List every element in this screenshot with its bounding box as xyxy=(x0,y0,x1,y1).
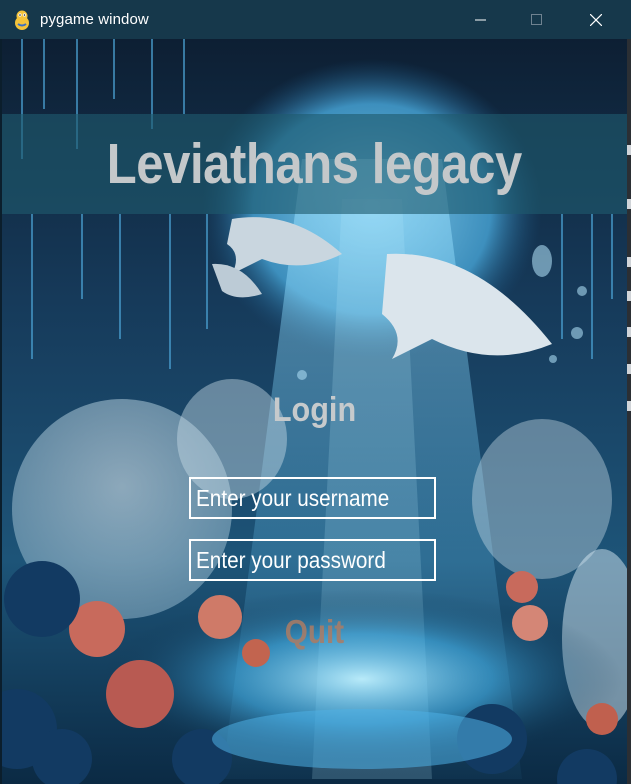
minimize-button[interactable] xyxy=(451,0,511,39)
username-input[interactable]: Enter your username xyxy=(189,477,436,519)
password-input[interactable]: Enter your password xyxy=(189,539,436,581)
window-titlebar[interactable]: pygame window xyxy=(0,0,631,39)
window-title: pygame window xyxy=(40,11,149,28)
username-placeholder: Enter your username xyxy=(196,484,390,511)
close-button[interactable] xyxy=(566,0,626,39)
close-icon xyxy=(590,13,602,26)
login-heading: Login xyxy=(272,391,357,429)
minimize-icon xyxy=(475,19,486,20)
maximize-button[interactable] xyxy=(507,0,567,39)
maximize-icon xyxy=(531,13,542,25)
title-banner: Leviathans legacy xyxy=(2,114,627,214)
game-title: Leviathans legacy xyxy=(106,132,523,196)
quit-button[interactable]: Quit xyxy=(33,613,596,651)
password-placeholder: Enter your password xyxy=(196,546,386,573)
game-canvas[interactable]: Leviathans legacy Login Enter your usern… xyxy=(2,39,627,784)
background-window-edge xyxy=(627,39,631,784)
pygame-snake-icon xyxy=(11,9,33,31)
